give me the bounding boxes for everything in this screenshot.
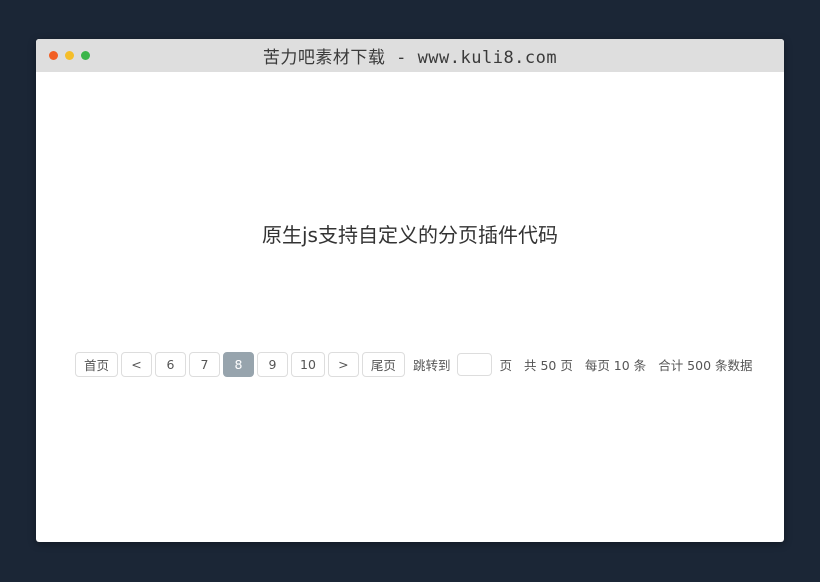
minimize-window-button[interactable]: [65, 51, 74, 60]
first-page-button[interactable]: 首页: [75, 352, 119, 377]
window-title: 苦力吧素材下载 - www.kuli8.com: [262, 48, 558, 68]
jump-page-input[interactable]: [457, 353, 493, 376]
close-window-button[interactable]: [49, 51, 58, 60]
page-unit-label: 页: [499, 358, 512, 373]
page-button-8-current[interactable]: 8: [223, 352, 255, 377]
prev-page-button[interactable]: <: [121, 352, 153, 377]
total-records-text: 合计 500 条数据: [658, 358, 753, 373]
jump-to-label: 跳转到: [412, 358, 451, 373]
per-page-text: 每页 10 条: [584, 358, 647, 373]
maximize-window-button[interactable]: [81, 51, 90, 60]
next-page-button[interactable]: >: [327, 352, 359, 377]
title-bar: 苦力吧素材下载 - www.kuli8.com: [36, 39, 784, 72]
pagination: 首页 < 6 7 8 9 10 > 尾页 跳转到 页 共 50 页 每页 10 …: [75, 352, 758, 377]
page-content: 原生js支持自定义的分页插件代码 首页 < 6 7 8 9 10 > 尾页 跳转…: [36, 72, 784, 542]
page-button-7[interactable]: 7: [189, 352, 221, 377]
page-button-9[interactable]: 9: [257, 352, 289, 377]
last-page-button[interactable]: 尾页: [361, 352, 405, 377]
page-button-10[interactable]: 10: [291, 352, 325, 377]
browser-window: 苦力吧素材下载 - www.kuli8.com 原生js支持自定义的分页插件代码…: [36, 39, 784, 542]
page-button-6[interactable]: 6: [155, 352, 187, 377]
window-controls: [49, 51, 90, 60]
page-heading: 原生js支持自定义的分页插件代码: [262, 223, 558, 247]
total-pages-text: 共 50 页: [523, 358, 573, 373]
